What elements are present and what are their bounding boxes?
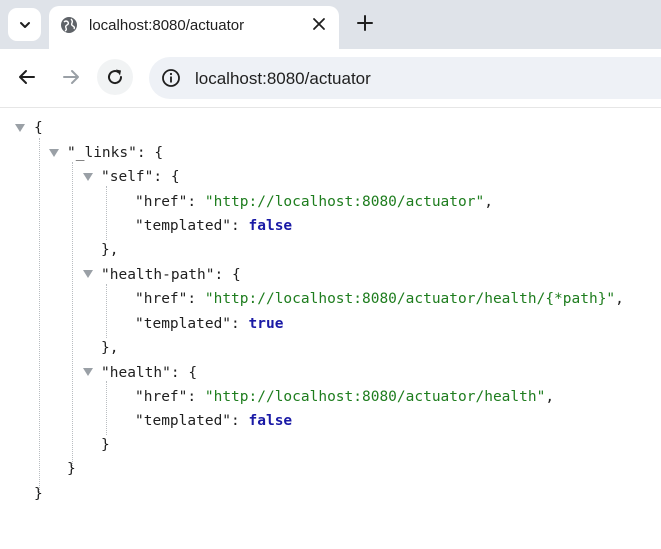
collapse-links-icon[interactable] xyxy=(49,149,59,157)
root-open-brace: { xyxy=(34,120,43,136)
close-brace: }, xyxy=(101,340,119,356)
arrow-right-icon xyxy=(63,70,79,84)
new-tab-button[interactable] xyxy=(352,10,378,36)
json-line: "health-path": { xyxy=(101,263,241,287)
root-close-brace: } xyxy=(34,486,43,502)
separator: : xyxy=(214,267,232,283)
close-icon xyxy=(313,18,325,30)
reload-icon xyxy=(108,69,123,85)
json-line: { xyxy=(34,116,43,140)
browser-toolbar: localhost:8080/actuator xyxy=(0,49,661,108)
back-button[interactable] xyxy=(9,59,45,95)
href-key: "href" xyxy=(135,389,188,405)
tab-title: localhost:8080/actuator xyxy=(89,17,245,34)
collapse-root-icon[interactable] xyxy=(15,124,25,132)
href-key: "href" xyxy=(135,194,188,210)
indent-guide xyxy=(106,186,107,240)
separator: : xyxy=(136,145,155,161)
address-bar[interactable]: localhost:8080/actuator xyxy=(149,57,661,99)
tab-strip: localhost:8080/actuator xyxy=(0,0,661,49)
json-line: } xyxy=(67,457,76,481)
health-path-key: "health-path" xyxy=(101,267,215,283)
active-tab[interactable]: localhost:8080/actuator xyxy=(49,6,339,49)
comma: , xyxy=(484,194,493,210)
health-href-value: "http://localhost:8080/actuator/health" xyxy=(204,389,546,405)
separator: : xyxy=(187,291,205,307)
json-line: "href": "http://localhost:8080/actuator/… xyxy=(135,385,554,409)
info-icon[interactable] xyxy=(161,68,181,88)
collapse-self-icon[interactable] xyxy=(83,173,93,181)
templated-key: "templated" xyxy=(135,413,232,429)
open-brace: { xyxy=(154,145,164,161)
links-key: "_links" xyxy=(67,145,137,161)
close-brace: } xyxy=(101,437,110,453)
json-line: "templated": false xyxy=(135,214,292,238)
comma: , xyxy=(615,291,624,307)
forward-button[interactable] xyxy=(53,59,89,95)
separator: : xyxy=(231,218,249,234)
comma: , xyxy=(545,389,555,405)
separator: : xyxy=(187,194,205,210)
json-line: }, xyxy=(101,238,118,262)
self-href-value: "http://localhost:8080/actuator" xyxy=(204,194,485,210)
json-line: } xyxy=(34,482,43,506)
close-brace: } xyxy=(67,461,76,477)
open-brace: { xyxy=(231,267,241,283)
indent-guide xyxy=(72,162,73,468)
separator: : xyxy=(231,316,249,332)
reload-button[interactable] xyxy=(97,59,133,95)
health-templated-value: false xyxy=(248,413,293,429)
separator: : xyxy=(153,169,171,185)
href-key: "href" xyxy=(135,291,188,307)
json-line: "href": "http://localhost:8080/actuator"… xyxy=(135,190,493,214)
open-brace: { xyxy=(170,169,180,185)
separator: : xyxy=(187,389,205,405)
indent-guide xyxy=(106,381,107,435)
health-key: "health" xyxy=(101,365,171,381)
tab-close-button[interactable] xyxy=(309,14,329,34)
json-line: "health": { xyxy=(101,361,197,385)
health-path-templated-value: true xyxy=(248,316,284,332)
self-key: "self" xyxy=(101,169,154,185)
tab-search-button[interactable] xyxy=(8,8,41,41)
collapse-health-path-icon[interactable] xyxy=(83,270,93,278)
json-line: "templated": false xyxy=(135,409,292,433)
separator: : xyxy=(231,413,249,429)
self-templated-value: false xyxy=(248,218,293,234)
indent-guide xyxy=(39,138,40,492)
json-viewer: { "_links": { "self": { "href": "http://… xyxy=(0,108,661,549)
indent-guide xyxy=(106,284,107,338)
close-brace: }, xyxy=(101,242,119,258)
chevron-down-icon xyxy=(19,21,30,28)
url-text[interactable]: localhost:8080/actuator xyxy=(195,69,371,89)
json-line: }, xyxy=(101,336,118,360)
globe-icon xyxy=(61,17,77,33)
json-line: "href": "http://localhost:8080/actuator/… xyxy=(135,287,624,311)
health-path-href-value: "http://localhost:8080/actuator/health/{… xyxy=(204,291,616,307)
open-brace: { xyxy=(188,365,198,381)
separator: : xyxy=(170,365,189,381)
json-line: "_links": { xyxy=(67,141,163,165)
json-line: "templated": true xyxy=(135,312,283,336)
collapse-health-icon[interactable] xyxy=(83,368,93,376)
templated-key: "templated" xyxy=(135,218,232,234)
arrow-left-icon xyxy=(19,70,35,84)
templated-key: "templated" xyxy=(135,316,232,332)
plus-icon xyxy=(357,15,373,31)
json-line: } xyxy=(101,433,110,457)
json-line: "self": { xyxy=(101,165,180,189)
